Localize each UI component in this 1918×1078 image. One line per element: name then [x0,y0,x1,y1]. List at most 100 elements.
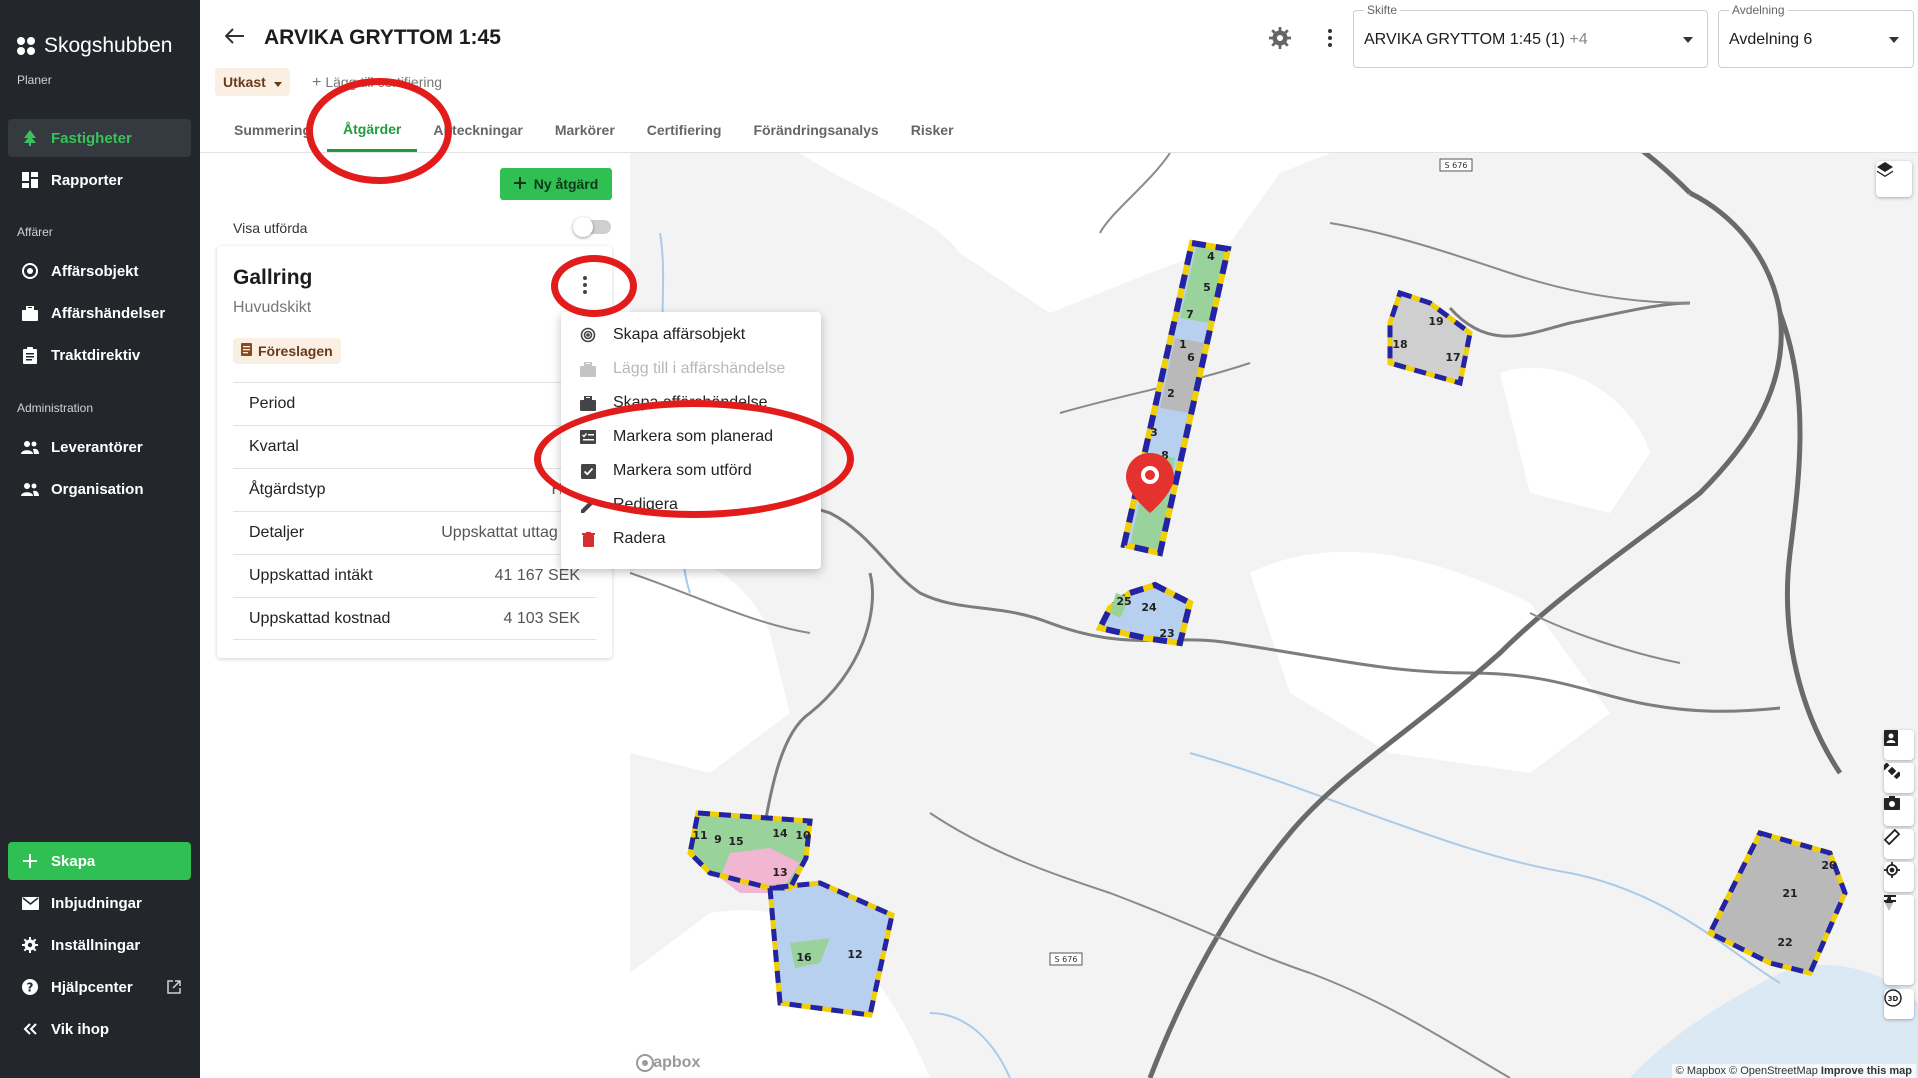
mail-icon [21,894,39,912]
map-attribution: © Mapbox © OpenStreetMap Improve this ma… [1671,1064,1916,1078]
avdelning-label: Avdelning [1729,3,1788,17]
locate-button[interactable] [1884,862,1914,892]
svg-text:S 676: S 676 [1055,955,1078,964]
avdelning-select[interactable]: Avdelning Avdelning 6 [1718,3,1914,68]
mapbox-logo[interactable]: mapbox [636,1054,700,1072]
action-card[interactable]: Gallring Huvudskikt Föreslagen Period20 … [217,246,612,658]
tab-risker[interactable]: Risker [895,108,970,152]
menu-item-create-business-object[interactable]: Skapa affärsobjekt [561,318,821,352]
checklist-icon [579,430,597,444]
help-icon: ? [21,978,39,996]
pencil-icon [579,497,597,513]
show-done-toggle[interactable] [573,217,611,237]
target-icon [579,327,597,343]
sidebar-item-vik-ihop[interactable]: Vik ihop [8,1010,191,1048]
briefcase-icon [579,395,597,411]
stand-label: 15 [728,835,743,848]
detail-value: 41 167 SEK [494,567,580,584]
layers-button[interactable] [1876,161,1912,197]
camera-button[interactable] [1884,796,1914,826]
gear-settings-button[interactable] [1268,26,1292,52]
action-details: Period20 Kvartal ÅtgärdstypHuv Detaljer U… [233,382,596,640]
tab-certifiering[interactable]: Certifiering [631,108,738,152]
menu-item-edit[interactable]: Redigera [561,488,821,522]
tab-atgarder[interactable]: Åtgärder [327,108,418,152]
chevron-down-icon [1889,37,1899,43]
collapse-icon [21,1020,39,1038]
kebab-icon [1328,28,1332,52]
tab-label: Åtgärder [343,120,402,137]
satellite-button[interactable] [1884,763,1914,793]
zoom-controls [1884,895,1914,985]
tab-markorer[interactable]: Markörer [539,108,631,152]
status-badge: Föreslagen [233,338,341,364]
sidebar-item-traktdirektiv[interactable]: Traktdirektiv [8,336,191,374]
back-button[interactable] [224,28,245,49]
sidebar: Skogshubben Planer Fastigheter Rapporter… [0,0,200,1078]
new-action-label: Ny åtgärd [533,176,599,192]
sidebar-item-hjalpcenter[interactable]: ? Hjälpcenter [8,968,191,1006]
contacts-button[interactable] [1884,730,1914,760]
sidebar-item-affarsobjekt[interactable]: Affärsobjekt [8,252,191,290]
map-view[interactable]: S 676 S 676 1 2 3 4 5 6 7 8 9 10 11 12 1… [630,153,1918,1078]
detail-row: Uppskattad intäkt 41 167 SEK [233,554,596,597]
new-action-button[interactable]: Ny åtgärd [500,168,612,200]
menu-item-create-business-event[interactable]: Skapa affärshändelse [561,386,821,420]
tab-anteckningar[interactable]: Anteckningar [417,108,538,152]
tab-label: Markörer [554,122,615,138]
3d-button[interactable]: 3D [1884,989,1914,1019]
dot [583,276,587,280]
status-label: Utkast [223,74,266,90]
sidebar-item-fastigheter[interactable]: Fastigheter [8,119,191,157]
skifte-select[interactable]: Skifte ARVIKA GRYTTOM 1:45 (1) +4 [1353,3,1708,68]
sidebar-item-leverantorer[interactable]: Leverantörer [8,428,191,466]
action-menu-button[interactable] [577,274,593,296]
sidebar-item-label: Affärshändelser [51,304,166,322]
stand-label: 13 [772,866,787,879]
checkbox-icon [579,463,597,479]
menu-item-mark-done[interactable]: Markera som utförd [561,454,821,488]
svg-text:S 676: S 676 [1445,161,1468,170]
mapbox-attribution-link[interactable]: © Mapbox [1676,1065,1726,1077]
stand-label: 6 [1187,351,1195,364]
menu-item-mark-planned[interactable]: Markera som planerad [561,420,821,454]
add-certification-button[interactable]: + Lägg till certifiering [312,74,442,92]
detail-value: Uppskattat uttag 30 [441,524,580,541]
improve-map-link[interactable]: Improve this map [1821,1065,1912,1077]
menu-item-delete[interactable]: Radera [561,522,821,556]
sidebar-item-inbjudningar[interactable]: Inbjudningar [8,884,191,922]
tab-forandringsanalys[interactable]: Förändringsanalys [737,108,894,152]
arrow-left-icon [224,28,245,48]
more-options-button[interactable] [1318,28,1342,52]
create-button[interactable]: Skapa [8,842,191,880]
stand-label: 18 [1392,338,1407,351]
stand-label: 12 [847,948,862,961]
road-label: S 676 [1439,158,1473,172]
stand-label: 23 [1159,627,1174,640]
menu-item-add-to-business-event[interactable]: Lägg till i affärshändelse [561,352,821,386]
sidebar-item-installningar[interactable]: Inställningar [8,926,191,964]
sidebar-item-rapporter[interactable]: Rapporter [8,161,191,199]
detail-label: Kvartal [249,438,299,455]
people-icon [21,480,39,498]
action-context-menu: Skapa affärsobjekt Lägg till i affärshän… [561,312,821,569]
plus-icon: + [312,74,322,91]
add-certification-label: Lägg till certifiering [325,74,443,90]
skifte-value: ARVIKA GRYTTOM 1:45 (1) +4 [1364,31,1588,49]
status-dropdown[interactable]: Utkast [215,68,290,96]
stand-label: 2 [1167,387,1175,400]
stand-label: 9 [714,833,722,846]
stand-label: 17 [1445,351,1460,364]
sidebar-item-organisation[interactable]: Organisation [8,470,191,508]
tab-label: Summering [234,122,312,138]
osm-attribution-link[interactable]: © OpenStreetMap [1729,1065,1818,1077]
menu-item-label: Skapa affärshändelse [613,394,768,411]
plus-icon [513,176,526,192]
status-badge-label: Föreslagen [258,343,333,359]
sidebar-item-label: Fastigheter [51,129,132,147]
brand[interactable]: Skogshubben [16,34,172,58]
menu-item-label: Markera som utförd [613,462,752,479]
tab-summering[interactable]: Summering [218,108,327,152]
measure-button[interactable] [1884,829,1914,859]
sidebar-item-affarshandelser[interactable]: Affärshändelser [8,294,191,332]
